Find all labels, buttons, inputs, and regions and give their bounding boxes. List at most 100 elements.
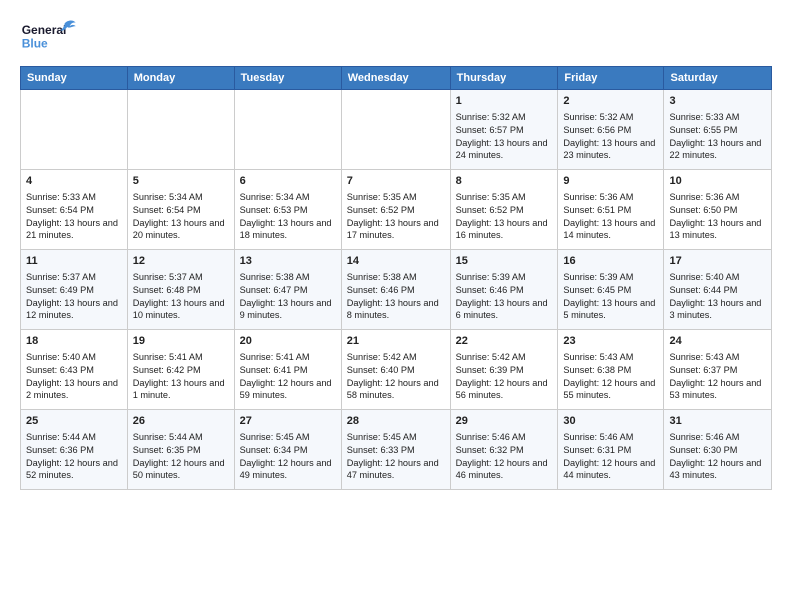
day-number: 25 [26, 414, 122, 429]
table-row [127, 90, 234, 170]
day-info: Sunrise: 5:43 AM Sunset: 6:37 PM Dayligh… [669, 351, 766, 403]
table-row: 5 Sunrise: 5:34 AM Sunset: 6:54 PM Daylig… [127, 170, 234, 250]
day-info: Sunrise: 5:35 AM Sunset: 6:52 PM Dayligh… [347, 191, 445, 243]
day-info: Sunrise: 5:39 AM Sunset: 6:46 PM Dayligh… [456, 271, 553, 323]
day-number: 27 [240, 414, 336, 429]
table-row [341, 90, 450, 170]
col-tuesday: Tuesday [234, 67, 341, 90]
day-number: 7 [347, 174, 445, 189]
calendar-week-row: 1Sunrise: 5:32 AM Sunset: 6:57 PM Daylig… [21, 90, 772, 170]
day-info: Sunrise: 5:36 AM Sunset: 6:51 PM Dayligh… [563, 191, 658, 243]
table-row: 6 Sunrise: 5:34 AM Sunset: 6:53 PM Daylig… [234, 170, 341, 250]
svg-text:General: General [22, 23, 67, 37]
day-number: 19 [133, 334, 229, 349]
day-number: 11 [26, 254, 122, 269]
day-info: Sunrise: 5:44 AM Sunset: 6:36 PM Dayligh… [26, 431, 122, 483]
day-number: 1 [456, 94, 553, 109]
day-number: 16 [563, 254, 658, 269]
col-saturday: Saturday [664, 67, 772, 90]
day-info: Sunrise: 5:44 AM Sunset: 6:35 PM Dayligh… [133, 431, 229, 483]
day-info: Sunrise: 5:39 AM Sunset: 6:45 PM Dayligh… [563, 271, 658, 323]
day-number: 15 [456, 254, 553, 269]
day-info: Sunrise: 5:34 AM Sunset: 6:54 PM Dayligh… [133, 191, 229, 243]
day-info: Sunrise: 5:46 AM Sunset: 6:32 PM Dayligh… [456, 431, 553, 483]
calendar-header-row: Sunday Monday Tuesday Wednesday Thursday… [21, 67, 772, 90]
table-row: 15 Sunrise: 5:39 AM Sunset: 6:46 PM Dayli… [450, 250, 558, 330]
day-info: Sunrise: 5:42 AM Sunset: 6:39 PM Dayligh… [456, 351, 553, 403]
day-number: 17 [669, 254, 766, 269]
day-number: 8 [456, 174, 553, 189]
day-number: 26 [133, 414, 229, 429]
day-info: Sunrise: 5:46 AM Sunset: 6:30 PM Dayligh… [669, 431, 766, 483]
day-info: Sunrise: 5:41 AM Sunset: 6:42 PM Dayligh… [133, 351, 229, 403]
calendar-week-row: 25 Sunrise: 5:44 AM Sunset: 6:36 PM Dayli… [21, 410, 772, 490]
table-row: 12 Sunrise: 5:37 AM Sunset: 6:48 PM Dayli… [127, 250, 234, 330]
day-number: 21 [347, 334, 445, 349]
table-row: 23Sunrise: 5:43 AM Sunset: 6:38 PM Dayli… [558, 330, 664, 410]
day-info: Sunrise: 5:32 AM Sunset: 6:56 PM Dayligh… [563, 111, 658, 163]
table-row: 1Sunrise: 5:32 AM Sunset: 6:57 PM Daylig… [450, 90, 558, 170]
day-number: 6 [240, 174, 336, 189]
table-row: 21 Sunrise: 5:42 AM Sunset: 6:40 PM Dayli… [341, 330, 450, 410]
table-row: 9 Sunrise: 5:36 AM Sunset: 6:51 PM Daylig… [558, 170, 664, 250]
table-row: 18 Sunrise: 5:40 AM Sunset: 6:43 PM Dayli… [21, 330, 128, 410]
table-row: 31Sunrise: 5:46 AM Sunset: 6:30 PM Dayli… [664, 410, 772, 490]
day-number: 28 [347, 414, 445, 429]
day-info: Sunrise: 5:36 AM Sunset: 6:50 PM Dayligh… [669, 191, 766, 243]
day-info: Sunrise: 5:40 AM Sunset: 6:43 PM Dayligh… [26, 351, 122, 403]
day-info: Sunrise: 5:46 AM Sunset: 6:31 PM Dayligh… [563, 431, 658, 483]
table-row: 4Sunrise: 5:33 AM Sunset: 6:54 PM Daylig… [21, 170, 128, 250]
day-number: 22 [456, 334, 553, 349]
col-sunday: Sunday [21, 67, 128, 90]
logo-svg: General Blue [20, 16, 80, 56]
day-info: Sunrise: 5:38 AM Sunset: 6:46 PM Dayligh… [347, 271, 445, 323]
header: General Blue [20, 16, 772, 56]
day-info: Sunrise: 5:40 AM Sunset: 6:44 PM Dayligh… [669, 271, 766, 323]
col-monday: Monday [127, 67, 234, 90]
table-row: 10 Sunrise: 5:36 AM Sunset: 6:50 PM Dayli… [664, 170, 772, 250]
day-info: Sunrise: 5:33 AM Sunset: 6:55 PM Dayligh… [669, 111, 766, 163]
day-info: Sunrise: 5:45 AM Sunset: 6:33 PM Dayligh… [347, 431, 445, 483]
day-info: Sunrise: 5:37 AM Sunset: 6:48 PM Dayligh… [133, 271, 229, 323]
day-number: 10 [669, 174, 766, 189]
page: General Blue Sunday Monday Tuesday Wedne… [0, 0, 792, 612]
svg-text:Blue: Blue [22, 37, 48, 51]
calendar-week-row: 18 Sunrise: 5:40 AM Sunset: 6:43 PM Dayli… [21, 330, 772, 410]
day-number: 14 [347, 254, 445, 269]
day-number: 2 [563, 94, 658, 109]
table-row: 3 Sunrise: 5:33 AM Sunset: 6:55 PM Daylig… [664, 90, 772, 170]
day-info: Sunrise: 5:37 AM Sunset: 6:49 PM Dayligh… [26, 271, 122, 323]
table-row: 22 Sunrise: 5:42 AM Sunset: 6:39 PM Dayli… [450, 330, 558, 410]
day-number: 3 [669, 94, 766, 109]
calendar-table: Sunday Monday Tuesday Wednesday Thursday… [20, 66, 772, 490]
table-row: 8 Sunrise: 5:35 AM Sunset: 6:52 PM Daylig… [450, 170, 558, 250]
day-info: Sunrise: 5:41 AM Sunset: 6:41 PM Dayligh… [240, 351, 336, 403]
table-row: 28 Sunrise: 5:45 AM Sunset: 6:33 PM Dayli… [341, 410, 450, 490]
day-number: 13 [240, 254, 336, 269]
day-info: Sunrise: 5:34 AM Sunset: 6:53 PM Dayligh… [240, 191, 336, 243]
table-row: 20Sunrise: 5:41 AM Sunset: 6:41 PM Dayli… [234, 330, 341, 410]
day-number: 18 [26, 334, 122, 349]
day-info: Sunrise: 5:35 AM Sunset: 6:52 PM Dayligh… [456, 191, 553, 243]
table-row: 27 Sunrise: 5:45 AM Sunset: 6:34 PM Dayli… [234, 410, 341, 490]
table-row: 26 Sunrise: 5:44 AM Sunset: 6:35 PM Dayli… [127, 410, 234, 490]
day-number: 5 [133, 174, 229, 189]
table-row: 14 Sunrise: 5:38 AM Sunset: 6:46 PM Dayli… [341, 250, 450, 330]
day-info: Sunrise: 5:38 AM Sunset: 6:47 PM Dayligh… [240, 271, 336, 323]
day-number: 12 [133, 254, 229, 269]
table-row [234, 90, 341, 170]
day-number: 9 [563, 174, 658, 189]
calendar-week-row: 11 Sunrise: 5:37 AM Sunset: 6:49 PM Dayli… [21, 250, 772, 330]
col-thursday: Thursday [450, 67, 558, 90]
day-info: Sunrise: 5:42 AM Sunset: 6:40 PM Dayligh… [347, 351, 445, 403]
day-info: Sunrise: 5:45 AM Sunset: 6:34 PM Dayligh… [240, 431, 336, 483]
logo: General Blue [20, 16, 80, 56]
col-friday: Friday [558, 67, 664, 90]
table-row: 30 Sunrise: 5:46 AM Sunset: 6:31 PM Dayli… [558, 410, 664, 490]
day-info: Sunrise: 5:43 AM Sunset: 6:38 PM Dayligh… [563, 351, 658, 403]
col-wednesday: Wednesday [341, 67, 450, 90]
day-number: 30 [563, 414, 658, 429]
table-row: 19 Sunrise: 5:41 AM Sunset: 6:42 PM Dayli… [127, 330, 234, 410]
day-number: 29 [456, 414, 553, 429]
day-number: 24 [669, 334, 766, 349]
